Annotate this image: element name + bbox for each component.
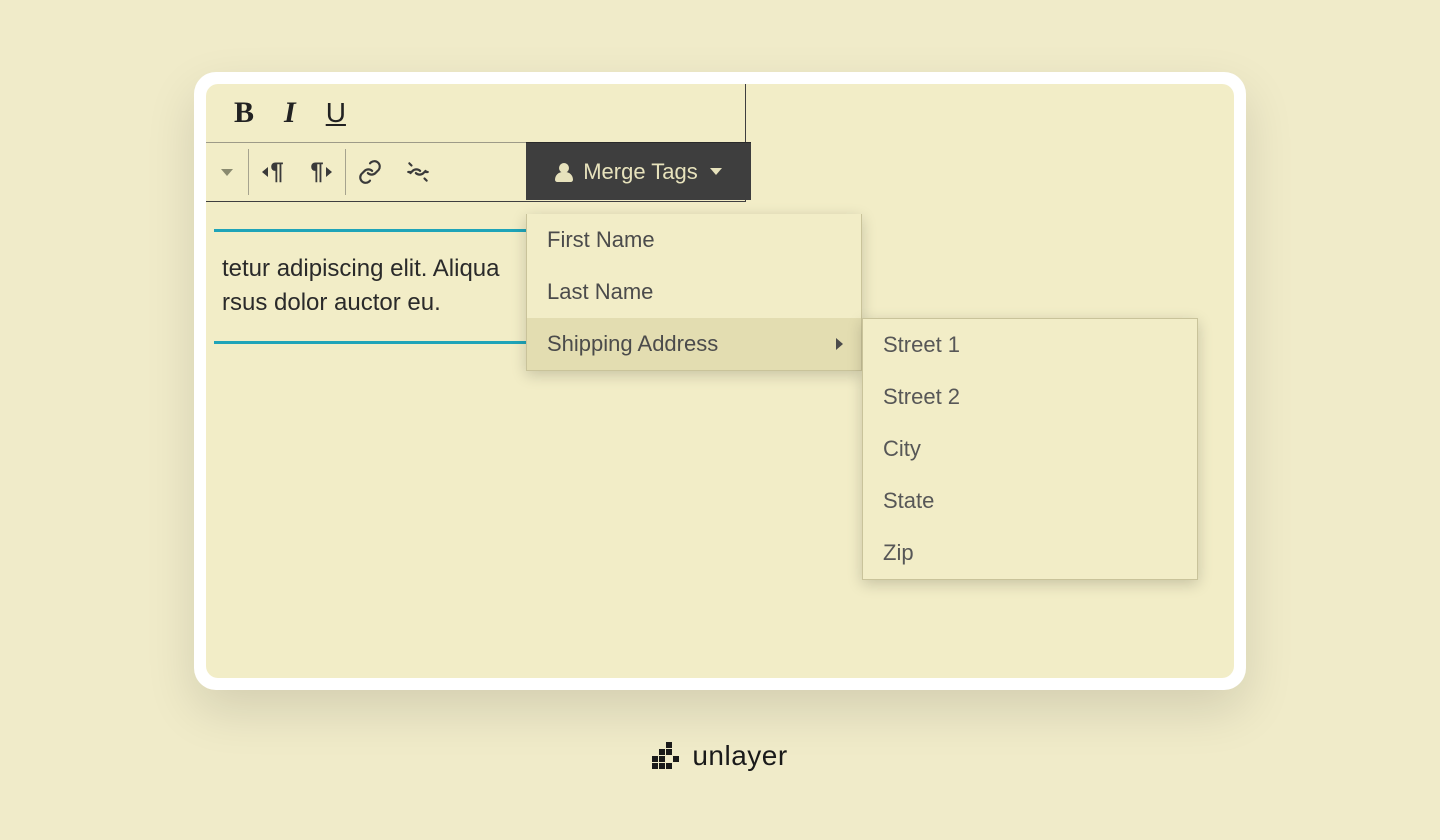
toolbar-row-formatting: B I U bbox=[206, 84, 745, 142]
merge-tag-label: First Name bbox=[547, 227, 655, 253]
submenu-item-zip[interactable]: Zip bbox=[863, 527, 1197, 579]
merge-tags-dropdown: First Name Last Name Shipping Address bbox=[526, 214, 862, 371]
ltr-button[interactable]: ¶ bbox=[249, 143, 297, 201]
submenu-item-state[interactable]: State bbox=[863, 475, 1197, 527]
merge-tags-button[interactable]: Merge Tags bbox=[526, 142, 751, 200]
bold-button[interactable]: B bbox=[234, 96, 254, 130]
submenu-item-street-1[interactable]: Street 1 bbox=[863, 319, 1197, 371]
merge-tag-item-first-name[interactable]: First Name bbox=[527, 214, 861, 266]
person-icon bbox=[555, 163, 573, 181]
caret-down-icon bbox=[221, 169, 233, 176]
link-button[interactable] bbox=[346, 143, 394, 201]
triangle-left-icon bbox=[262, 167, 268, 177]
pilcrow-icon: ¶ bbox=[270, 158, 283, 186]
editor-viewport: B I U ¶ ¶ bbox=[206, 84, 1234, 678]
brand-name: unlayer bbox=[692, 740, 787, 772]
chevron-right-icon bbox=[836, 338, 843, 350]
triangle-right-icon bbox=[326, 167, 332, 177]
merge-tag-item-shipping-address[interactable]: Shipping Address bbox=[527, 318, 861, 370]
link-icon bbox=[357, 159, 383, 185]
shipping-address-submenu: Street 1 Street 2 City State Zip bbox=[862, 318, 1198, 580]
caret-down-icon bbox=[710, 168, 722, 175]
submenu-label: Zip bbox=[883, 540, 914, 566]
toolbar-divider bbox=[345, 149, 346, 195]
submenu-item-city[interactable]: City bbox=[863, 423, 1197, 475]
merge-tags-label: Merge Tags bbox=[583, 159, 698, 185]
footer: unlayer bbox=[0, 740, 1440, 772]
dropdown-indicator-button[interactable] bbox=[206, 143, 248, 201]
card-frame: B I U ¶ ¶ bbox=[194, 72, 1246, 690]
unlayer-logo-icon bbox=[652, 742, 680, 770]
merge-tag-label: Shipping Address bbox=[547, 331, 718, 357]
submenu-label: City bbox=[883, 436, 921, 462]
submenu-item-street-2[interactable]: Street 2 bbox=[863, 371, 1197, 423]
merge-tag-item-last-name[interactable]: Last Name bbox=[527, 266, 861, 318]
pilcrow-icon: ¶ bbox=[310, 158, 323, 186]
submenu-label: Street 1 bbox=[883, 332, 960, 358]
merge-tag-label: Last Name bbox=[547, 279, 653, 305]
rtl-button[interactable]: ¶ bbox=[297, 143, 345, 201]
unlink-icon bbox=[405, 159, 431, 185]
toolbar-divider bbox=[248, 149, 249, 195]
underline-button[interactable]: U bbox=[326, 97, 346, 129]
submenu-label: State bbox=[883, 488, 934, 514]
unlink-button[interactable] bbox=[394, 143, 442, 201]
submenu-label: Street 2 bbox=[883, 384, 960, 410]
italic-button[interactable]: I bbox=[284, 96, 296, 130]
